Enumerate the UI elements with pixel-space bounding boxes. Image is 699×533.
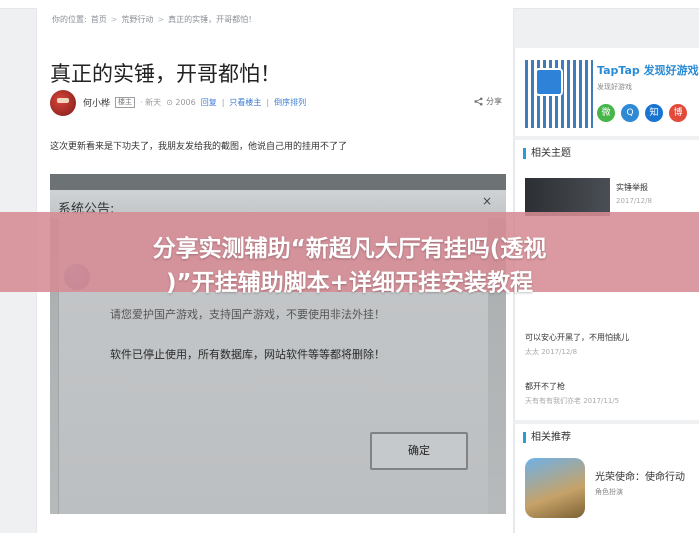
ok-button: 确定 bbox=[370, 432, 468, 470]
only-op-link[interactable]: 只看楼主 bbox=[229, 97, 261, 108]
breadcrumb-separator: > bbox=[157, 15, 165, 24]
reply-link[interactable]: 回复 bbox=[201, 97, 217, 108]
notice-message-2: 软件已停止使用，所有数据库，网站软件等等都将删除！ bbox=[110, 348, 385, 361]
monitor-bezel bbox=[50, 174, 506, 190]
share-icon bbox=[474, 97, 483, 106]
breadcrumb-separator: > bbox=[110, 15, 118, 24]
author-name[interactable]: 何小桦 bbox=[83, 96, 110, 109]
meta-divider: | bbox=[221, 98, 225, 107]
breadcrumb-current: 真正的实锤，开哥都怕！ bbox=[168, 15, 257, 24]
social-share-row: 微 Q 知 博 bbox=[597, 104, 687, 122]
taptap-brand[interactable]: TapTap 发现好游戏 bbox=[597, 62, 699, 78]
breadcrumb-home-link[interactable]: 首页 bbox=[91, 14, 107, 25]
related-topic-item[interactable]: 可以安心开黑了，不用怕挑儿 太太 2017/12/8 bbox=[525, 332, 629, 357]
related-topic-item[interactable]: 都开不了枪 天有有有我们亦老 2017/11/5 bbox=[525, 381, 619, 406]
share-button[interactable]: 分享 bbox=[474, 96, 502, 107]
related-topic-title[interactable]: 都开不了枪 bbox=[525, 382, 565, 391]
game-genre: 角色扮演 bbox=[595, 488, 623, 496]
breadcrumb: 你的位置: 首页 > 荒野行动 > 真正的实锤，开哥都怕！ bbox=[52, 14, 256, 25]
share-label: 分享 bbox=[486, 97, 502, 106]
weibo-icon[interactable]: 博 bbox=[669, 104, 687, 122]
related-topics-title: 相关主题 bbox=[523, 148, 571, 159]
game-name[interactable]: 光荣使命：使命行动 bbox=[595, 468, 685, 483]
taptap-tagline: 发现好游戏 bbox=[597, 83, 632, 91]
related-topic-date: 2017/12/8 bbox=[616, 197, 652, 205]
post-body-text: 这次更新看来是下功夫了，我朋友发给我的截图，他说自己用的挂用不了了 bbox=[50, 142, 348, 152]
banner-headline-line-2: )”开挂辅助脚本+详细开挂安装教程 bbox=[166, 270, 533, 296]
wechat-icon[interactable]: 微 bbox=[597, 104, 615, 122]
topic-thumbnail[interactable] bbox=[525, 178, 610, 216]
reverse-order-link[interactable]: 倒序排列 bbox=[274, 97, 306, 108]
post-time: · 新天 bbox=[140, 98, 162, 107]
zhihu-icon[interactable]: 知 bbox=[645, 104, 663, 122]
app-promo-card: TapTap 发现好游戏 发现好游戏 微 Q 知 博 bbox=[514, 48, 699, 136]
meta-divider: | bbox=[266, 98, 270, 107]
recommend-card: 相关推荐 光荣使命：使命行动 角色扮演 bbox=[514, 424, 699, 533]
author-badge: 楼主 bbox=[115, 97, 136, 108]
qq-icon[interactable]: Q bbox=[621, 104, 639, 122]
related-topic-meta: 天有有有我们亦老 2017/11/5 bbox=[525, 397, 620, 405]
breadcrumb-forum-link[interactable]: 荒野行动 bbox=[121, 14, 153, 25]
post-meta: 何小桦 楼主 · 新天 ⊙ 2006 回复 | 只看楼主 | 倒序排列 bbox=[83, 96, 306, 109]
notice-message-1: 请您爱护国产游戏，支持国产游戏，不要使用非法外挂！ bbox=[110, 308, 385, 321]
related-topic-meta: 太太 2017/12/8 bbox=[525, 348, 578, 356]
breadcrumb-location-label: 你的位置: bbox=[52, 15, 87, 24]
banner-headline-line-1: 分享实测辅助“新超凡大厅有挂吗(透视 bbox=[152, 236, 547, 262]
related-topic-title[interactable]: 实锤举报 bbox=[616, 182, 648, 193]
game-icon[interactable] bbox=[525, 458, 585, 518]
close-icon: × bbox=[481, 194, 493, 208]
post-title: 真正的实锤，开哥都怕！ bbox=[50, 62, 281, 86]
author-avatar[interactable] bbox=[50, 90, 76, 116]
related-topic-title[interactable]: 可以安心开黑了，不用怕挑儿 bbox=[525, 333, 629, 342]
taptap-app-icon bbox=[535, 68, 563, 96]
recommend-title: 相关推荐 bbox=[523, 432, 571, 443]
view-count: ⊙ 2006 bbox=[166, 98, 196, 107]
